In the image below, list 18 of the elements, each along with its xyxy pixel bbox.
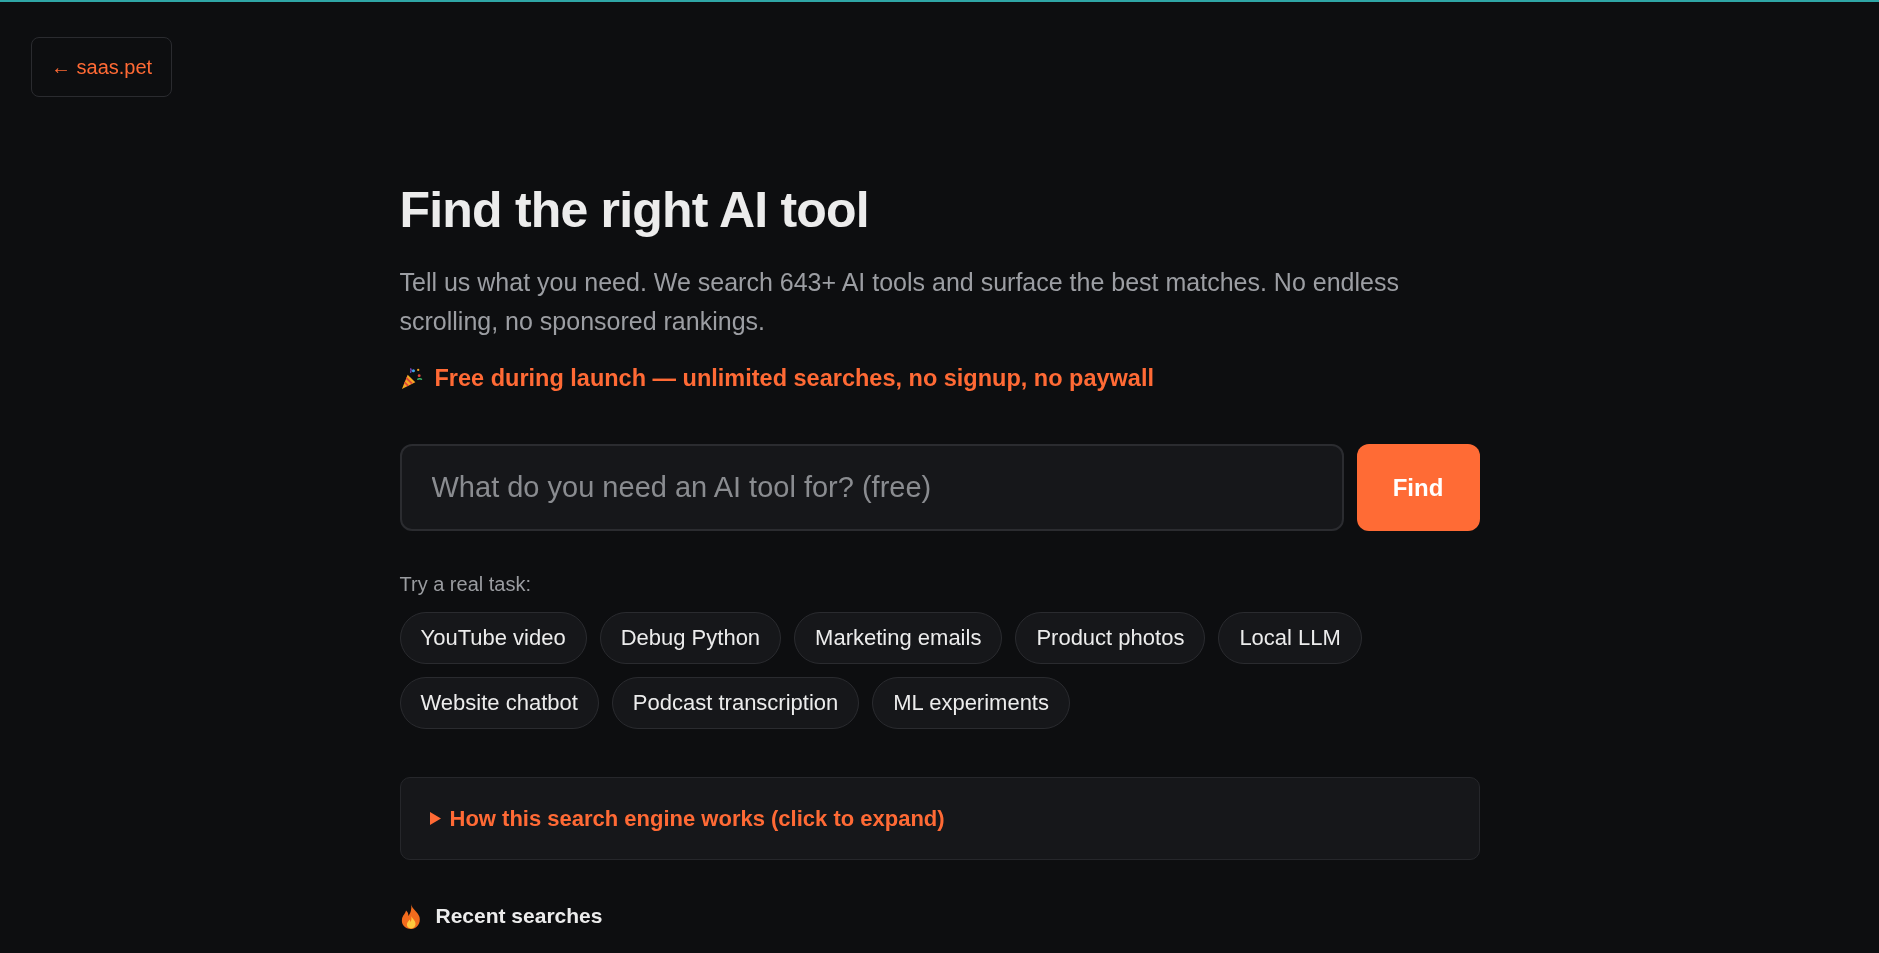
back-link[interactable]: ← saas.pet <box>31 37 173 97</box>
party-popper-icon <box>399 366 423 390</box>
search-field[interactable]: What do you need an AI tool for? (free) <box>399 444 1344 531</box>
details-toggle[interactable]: How this search engine works (click to expand) <box>429 803 945 834</box>
page-subtitle: Tell us what you need. We search 643+ AI tools and surface the best matches. No endless scrolling, no sponsored rankings. <box>399 267 1400 337</box>
suggestion-chip[interactable]: YouTube video <box>399 612 587 664</box>
suggestion-chip[interactable]: ML experiments <box>872 677 1070 729</box>
suggestions-label: Try a real task: <box>399 572 532 597</box>
suggestion-chip[interactable]: Website chatbot <box>399 677 599 729</box>
section-heading: Recent searches <box>435 903 603 929</box>
fire-icon <box>399 903 422 929</box>
suggestion-chip[interactable]: Product photos <box>1015 612 1206 664</box>
suggestion-chip[interactable]: Debug Python <box>599 612 782 664</box>
suggestion-chip[interactable]: Local LLM <box>1218 612 1362 664</box>
suggestion-chip[interactable]: Marketing emails <box>794 612 1003 664</box>
launch-notice: Free during launch — unlimited searches, no signup, no paywall <box>434 364 1154 393</box>
suggestion-chip[interactable]: Podcast transcription <box>611 677 860 729</box>
page-title: Find the right AI tool <box>399 181 870 240</box>
